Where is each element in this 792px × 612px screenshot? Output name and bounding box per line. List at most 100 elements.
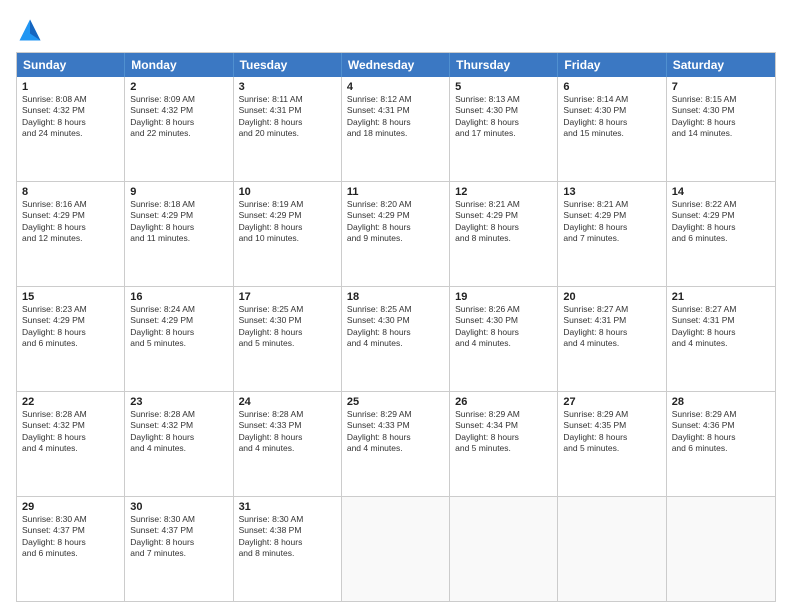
cell-info: Sunrise: 8:19 AM Sunset: 4:29 PM Dayligh… bbox=[239, 199, 336, 245]
cell-info: Sunrise: 8:09 AM Sunset: 4:32 PM Dayligh… bbox=[130, 94, 227, 140]
calendar-cell: 24Sunrise: 8:28 AM Sunset: 4:33 PM Dayli… bbox=[234, 392, 342, 496]
calendar-cell: 15Sunrise: 8:23 AM Sunset: 4:29 PM Dayli… bbox=[17, 287, 125, 391]
calendar-cell: 18Sunrise: 8:25 AM Sunset: 4:30 PM Dayli… bbox=[342, 287, 450, 391]
cell-info: Sunrise: 8:29 AM Sunset: 4:36 PM Dayligh… bbox=[672, 409, 770, 455]
cell-info: Sunrise: 8:23 AM Sunset: 4:29 PM Dayligh… bbox=[22, 304, 119, 350]
calendar-cell: 8Sunrise: 8:16 AM Sunset: 4:29 PM Daylig… bbox=[17, 182, 125, 286]
header-day-wednesday: Wednesday bbox=[342, 53, 450, 77]
day-number: 31 bbox=[239, 501, 336, 513]
cell-info: Sunrise: 8:29 AM Sunset: 4:35 PM Dayligh… bbox=[563, 409, 660, 455]
cell-info: Sunrise: 8:30 AM Sunset: 4:37 PM Dayligh… bbox=[130, 514, 227, 560]
cell-info: Sunrise: 8:22 AM Sunset: 4:29 PM Dayligh… bbox=[672, 199, 770, 245]
calendar-cell: 6Sunrise: 8:14 AM Sunset: 4:30 PM Daylig… bbox=[558, 77, 666, 181]
calendar-cell: 20Sunrise: 8:27 AM Sunset: 4:31 PM Dayli… bbox=[558, 287, 666, 391]
calendar-cell: 29Sunrise: 8:30 AM Sunset: 4:37 PM Dayli… bbox=[17, 497, 125, 601]
calendar-cell bbox=[558, 497, 666, 601]
day-number: 22 bbox=[22, 396, 119, 408]
day-number: 20 bbox=[563, 291, 660, 303]
cell-info: Sunrise: 8:27 AM Sunset: 4:31 PM Dayligh… bbox=[563, 304, 660, 350]
day-number: 6 bbox=[563, 81, 660, 93]
header-day-thursday: Thursday bbox=[450, 53, 558, 77]
cell-info: Sunrise: 8:25 AM Sunset: 4:30 PM Dayligh… bbox=[347, 304, 444, 350]
calendar-cell: 12Sunrise: 8:21 AM Sunset: 4:29 PM Dayli… bbox=[450, 182, 558, 286]
day-number: 16 bbox=[130, 291, 227, 303]
header-day-sunday: Sunday bbox=[17, 53, 125, 77]
calendar: SundayMondayTuesdayWednesdayThursdayFrid… bbox=[16, 52, 776, 602]
calendar-cell: 5Sunrise: 8:13 AM Sunset: 4:30 PM Daylig… bbox=[450, 77, 558, 181]
cell-info: Sunrise: 8:29 AM Sunset: 4:33 PM Dayligh… bbox=[347, 409, 444, 455]
calendar-row-2: 8Sunrise: 8:16 AM Sunset: 4:29 PM Daylig… bbox=[17, 181, 775, 286]
calendar-cell: 14Sunrise: 8:22 AM Sunset: 4:29 PM Dayli… bbox=[667, 182, 775, 286]
calendar-cell: 17Sunrise: 8:25 AM Sunset: 4:30 PM Dayli… bbox=[234, 287, 342, 391]
calendar-cell: 28Sunrise: 8:29 AM Sunset: 4:36 PM Dayli… bbox=[667, 392, 775, 496]
calendar-cell: 31Sunrise: 8:30 AM Sunset: 4:38 PM Dayli… bbox=[234, 497, 342, 601]
header-day-monday: Monday bbox=[125, 53, 233, 77]
calendar-cell: 16Sunrise: 8:24 AM Sunset: 4:29 PM Dayli… bbox=[125, 287, 233, 391]
cell-info: Sunrise: 8:08 AM Sunset: 4:32 PM Dayligh… bbox=[22, 94, 119, 140]
logo bbox=[16, 16, 48, 44]
header-day-tuesday: Tuesday bbox=[234, 53, 342, 77]
day-number: 23 bbox=[130, 396, 227, 408]
calendar-cell: 10Sunrise: 8:19 AM Sunset: 4:29 PM Dayli… bbox=[234, 182, 342, 286]
day-number: 28 bbox=[672, 396, 770, 408]
day-number: 15 bbox=[22, 291, 119, 303]
cell-info: Sunrise: 8:28 AM Sunset: 4:32 PM Dayligh… bbox=[22, 409, 119, 455]
header-day-saturday: Saturday bbox=[667, 53, 775, 77]
cell-info: Sunrise: 8:13 AM Sunset: 4:30 PM Dayligh… bbox=[455, 94, 552, 140]
day-number: 11 bbox=[347, 186, 444, 198]
cell-info: Sunrise: 8:26 AM Sunset: 4:30 PM Dayligh… bbox=[455, 304, 552, 350]
calendar-cell bbox=[667, 497, 775, 601]
cell-info: Sunrise: 8:20 AM Sunset: 4:29 PM Dayligh… bbox=[347, 199, 444, 245]
day-number: 26 bbox=[455, 396, 552, 408]
header-day-friday: Friday bbox=[558, 53, 666, 77]
calendar-cell: 2Sunrise: 8:09 AM Sunset: 4:32 PM Daylig… bbox=[125, 77, 233, 181]
cell-info: Sunrise: 8:28 AM Sunset: 4:33 PM Dayligh… bbox=[239, 409, 336, 455]
calendar-cell: 13Sunrise: 8:21 AM Sunset: 4:29 PM Dayli… bbox=[558, 182, 666, 286]
day-number: 19 bbox=[455, 291, 552, 303]
calendar-row-5: 29Sunrise: 8:30 AM Sunset: 4:37 PM Dayli… bbox=[17, 496, 775, 601]
cell-info: Sunrise: 8:21 AM Sunset: 4:29 PM Dayligh… bbox=[455, 199, 552, 245]
day-number: 9 bbox=[130, 186, 227, 198]
day-number: 27 bbox=[563, 396, 660, 408]
cell-info: Sunrise: 8:28 AM Sunset: 4:32 PM Dayligh… bbox=[130, 409, 227, 455]
day-number: 1 bbox=[22, 81, 119, 93]
header bbox=[16, 16, 776, 44]
cell-info: Sunrise: 8:27 AM Sunset: 4:31 PM Dayligh… bbox=[672, 304, 770, 350]
cell-info: Sunrise: 8:15 AM Sunset: 4:30 PM Dayligh… bbox=[672, 94, 770, 140]
day-number: 2 bbox=[130, 81, 227, 93]
calendar-cell: 4Sunrise: 8:12 AM Sunset: 4:31 PM Daylig… bbox=[342, 77, 450, 181]
calendar-cell: 30Sunrise: 8:30 AM Sunset: 4:37 PM Dayli… bbox=[125, 497, 233, 601]
cell-info: Sunrise: 8:21 AM Sunset: 4:29 PM Dayligh… bbox=[563, 199, 660, 245]
day-number: 8 bbox=[22, 186, 119, 198]
calendar-cell: 21Sunrise: 8:27 AM Sunset: 4:31 PM Dayli… bbox=[667, 287, 775, 391]
cell-info: Sunrise: 8:24 AM Sunset: 4:29 PM Dayligh… bbox=[130, 304, 227, 350]
day-number: 24 bbox=[239, 396, 336, 408]
calendar-body: 1Sunrise: 8:08 AM Sunset: 4:32 PM Daylig… bbox=[17, 77, 775, 601]
calendar-cell bbox=[450, 497, 558, 601]
day-number: 21 bbox=[672, 291, 770, 303]
logo-icon bbox=[16, 16, 44, 44]
day-number: 14 bbox=[672, 186, 770, 198]
day-number: 13 bbox=[563, 186, 660, 198]
cell-info: Sunrise: 8:30 AM Sunset: 4:38 PM Dayligh… bbox=[239, 514, 336, 560]
calendar-cell: 9Sunrise: 8:18 AM Sunset: 4:29 PM Daylig… bbox=[125, 182, 233, 286]
day-number: 5 bbox=[455, 81, 552, 93]
calendar-cell: 23Sunrise: 8:28 AM Sunset: 4:32 PM Dayli… bbox=[125, 392, 233, 496]
day-number: 25 bbox=[347, 396, 444, 408]
calendar-cell: 1Sunrise: 8:08 AM Sunset: 4:32 PM Daylig… bbox=[17, 77, 125, 181]
cell-info: Sunrise: 8:16 AM Sunset: 4:29 PM Dayligh… bbox=[22, 199, 119, 245]
day-number: 18 bbox=[347, 291, 444, 303]
calendar-cell: 7Sunrise: 8:15 AM Sunset: 4:30 PM Daylig… bbox=[667, 77, 775, 181]
cell-info: Sunrise: 8:18 AM Sunset: 4:29 PM Dayligh… bbox=[130, 199, 227, 245]
calendar-cell: 26Sunrise: 8:29 AM Sunset: 4:34 PM Dayli… bbox=[450, 392, 558, 496]
calendar-cell: 27Sunrise: 8:29 AM Sunset: 4:35 PM Dayli… bbox=[558, 392, 666, 496]
day-number: 12 bbox=[455, 186, 552, 198]
cell-info: Sunrise: 8:14 AM Sunset: 4:30 PM Dayligh… bbox=[563, 94, 660, 140]
day-number: 3 bbox=[239, 81, 336, 93]
calendar-cell: 25Sunrise: 8:29 AM Sunset: 4:33 PM Dayli… bbox=[342, 392, 450, 496]
day-number: 30 bbox=[130, 501, 227, 513]
calendar-row-3: 15Sunrise: 8:23 AM Sunset: 4:29 PM Dayli… bbox=[17, 286, 775, 391]
calendar-cell bbox=[342, 497, 450, 601]
cell-info: Sunrise: 8:11 AM Sunset: 4:31 PM Dayligh… bbox=[239, 94, 336, 140]
calendar-cell: 19Sunrise: 8:26 AM Sunset: 4:30 PM Dayli… bbox=[450, 287, 558, 391]
